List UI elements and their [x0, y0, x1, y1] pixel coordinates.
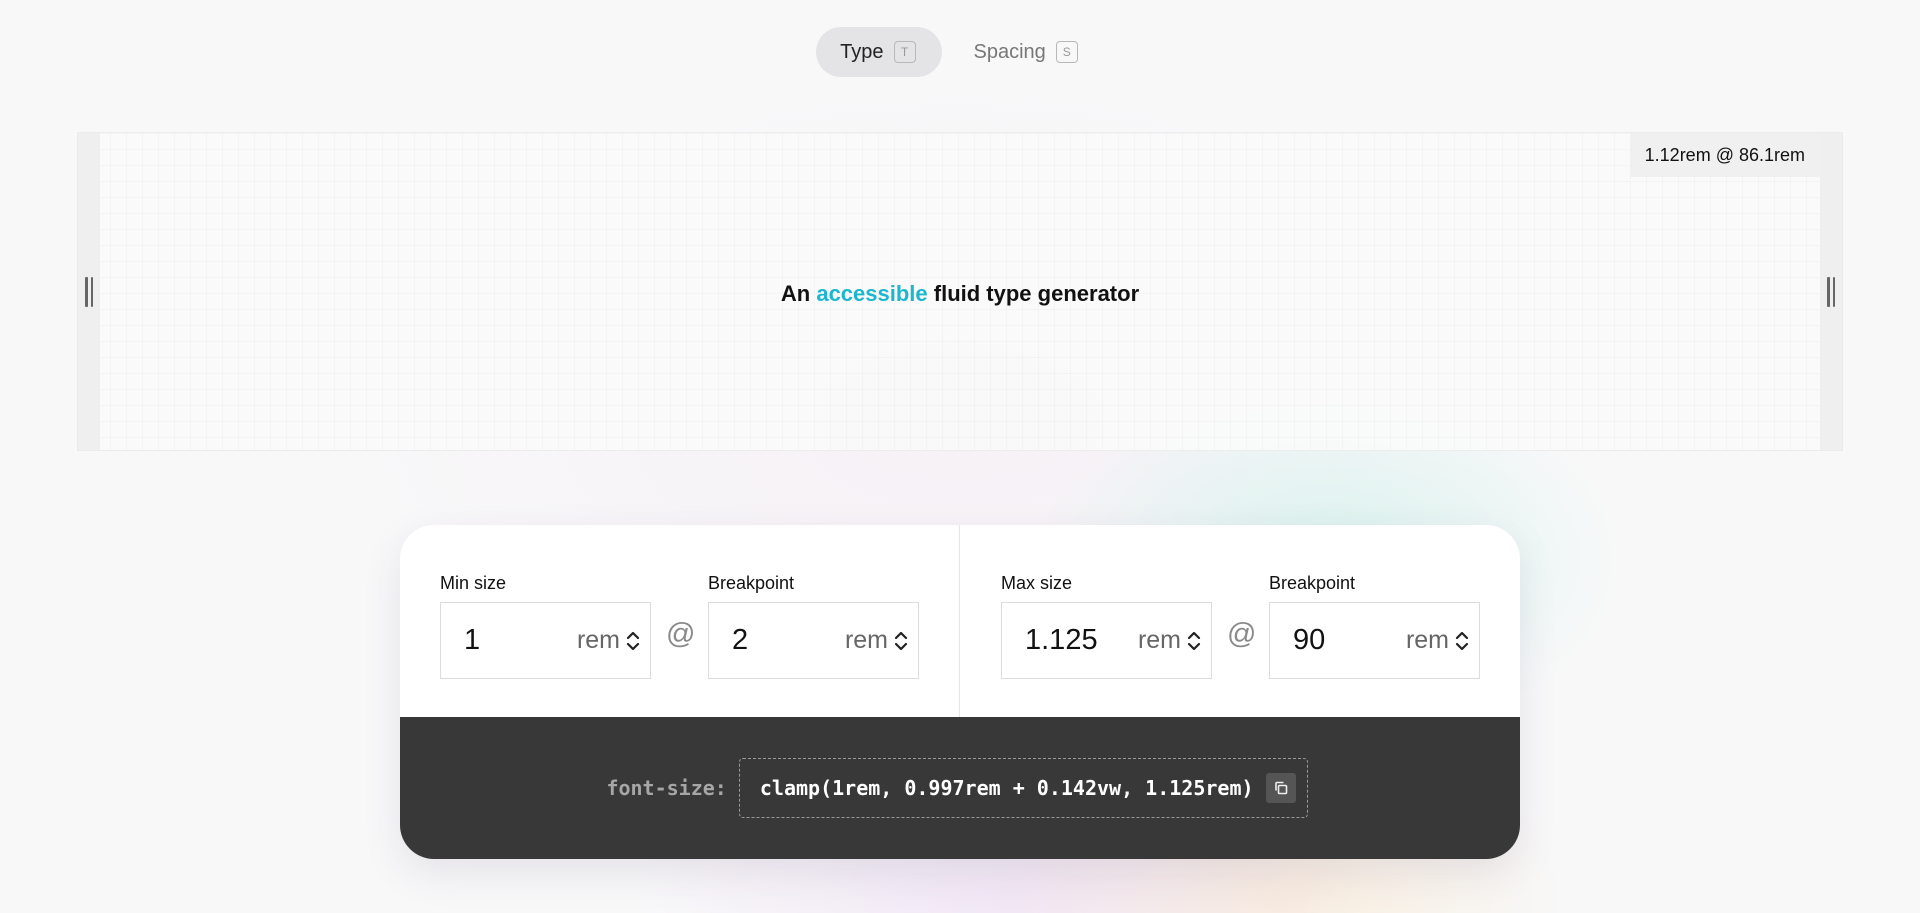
- css-output: font-size: clamp(1rem, 0.997rem + 0.142v…: [400, 717, 1520, 859]
- max-size-value[interactable]: 1.125: [1025, 624, 1138, 657]
- min-breakpoint-unit[interactable]: rem: [845, 626, 888, 655]
- min-size-label: Min size: [440, 573, 507, 593]
- max-breakpoint-label: Breakpoint: [1269, 573, 1356, 593]
- max-breakpoint-value[interactable]: 90: [1293, 624, 1406, 657]
- max-size-label: Max size: [1001, 573, 1073, 593]
- max-size-unit[interactable]: rem: [1138, 626, 1181, 655]
- size-readout: 1.12rem @ 86.1rem: [1629, 133, 1820, 177]
- mode-tabs: Type T Spacing S: [0, 27, 1920, 77]
- preview-text-accent: accessible: [816, 281, 928, 306]
- min-breakpoint-label: Breakpoint: [708, 573, 795, 593]
- min-size-unit[interactable]: rem: [577, 626, 620, 655]
- preview-area: 1.12rem @ 86.1rem An accessible fluid ty…: [77, 132, 1843, 451]
- preview-text: An accessible fluid type generator: [78, 281, 1842, 307]
- css-output-box[interactable]: clamp(1rem, 0.997rem + 0.142vw, 1.125rem…: [738, 758, 1308, 818]
- min-size-input[interactable]: 1 rem: [440, 602, 651, 679]
- tab-type[interactable]: Type T: [816, 27, 942, 77]
- tab-spacing-shortcut: S: [1055, 41, 1078, 63]
- at-symbol: @: [1227, 618, 1257, 650]
- chevron-up-down-icon[interactable]: [1187, 629, 1201, 653]
- min-size-field: Min size 1 rem: [440, 572, 651, 679]
- min-size-value[interactable]: 1: [464, 624, 577, 657]
- tab-type-shortcut: T: [893, 41, 916, 63]
- chevron-up-down-icon[interactable]: [894, 629, 908, 653]
- preview-text-before: An: [780, 281, 811, 306]
- max-size-field: Max size 1.125 rem: [1001, 572, 1212, 679]
- tab-spacing[interactable]: Spacing S: [950, 27, 1104, 77]
- copy-icon: [1274, 781, 1287, 795]
- at-symbol: @: [666, 618, 696, 650]
- min-breakpoint-value[interactable]: 2: [732, 624, 845, 657]
- controls-row: Min size 1 rem @ Breakpoint 2 rem Max si…: [400, 525, 1520, 717]
- max-size-input[interactable]: 1.125 rem: [1001, 602, 1212, 679]
- chevron-up-down-icon[interactable]: [626, 629, 640, 653]
- min-controls: Min size 1 rem @ Breakpoint 2 rem: [400, 525, 960, 717]
- control-panel: Min size 1 rem @ Breakpoint 2 rem Max si…: [400, 525, 1520, 859]
- min-breakpoint-input[interactable]: 2 rem: [708, 602, 919, 679]
- preview-text-after: fluid type generator: [933, 281, 1140, 306]
- max-breakpoint-field: Breakpoint 90 rem: [1269, 572, 1480, 679]
- max-controls: Max size 1.125 rem @ Breakpoint 90 rem: [960, 525, 1520, 717]
- max-breakpoint-unit[interactable]: rem: [1406, 626, 1449, 655]
- css-output-value[interactable]: clamp(1rem, 0.997rem + 0.142vw, 1.125rem…: [760, 776, 1254, 800]
- min-breakpoint-field: Breakpoint 2 rem: [708, 572, 919, 679]
- max-breakpoint-input[interactable]: 90 rem: [1269, 602, 1480, 679]
- tab-spacing-label: Spacing: [973, 40, 1046, 63]
- tab-type-label: Type: [840, 40, 884, 63]
- chevron-up-down-icon[interactable]: [1455, 629, 1469, 653]
- copy-button[interactable]: [1265, 773, 1296, 803]
- css-property-label: font-size:: [606, 776, 727, 800]
